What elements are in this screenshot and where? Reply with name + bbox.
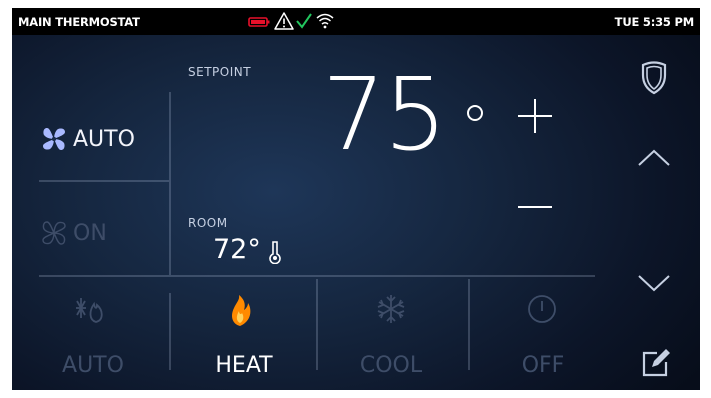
chevron-down-icon[interactable] bbox=[637, 273, 671, 293]
mode-heat-label: HEAT bbox=[215, 353, 273, 378]
room-temperature: 72° bbox=[213, 234, 261, 265]
plus-icon[interactable] bbox=[516, 97, 554, 135]
fan-auto-label: AUTO bbox=[73, 127, 135, 152]
thermostat-screen: MAIN THERMOSTAT TUE 5:35 PM AUTO ON SETP… bbox=[12, 8, 700, 390]
battery-low-icon bbox=[248, 17, 270, 27]
shield-icon[interactable] bbox=[640, 61, 668, 95]
degree-symbol bbox=[467, 105, 483, 121]
fan-icon bbox=[43, 128, 65, 150]
mode-auto-label: AUTO bbox=[62, 353, 124, 378]
setpoint-label: SETPOINT bbox=[188, 65, 252, 79]
snowflake-icon bbox=[377, 295, 405, 323]
flame-icon bbox=[232, 295, 251, 326]
mode-cool-label: COOL bbox=[359, 353, 423, 378]
checkmark-icon bbox=[296, 13, 312, 29]
mode-divider bbox=[39, 275, 595, 277]
minus-icon[interactable] bbox=[516, 203, 554, 211]
setpoint-value: 75 bbox=[322, 56, 447, 173]
fan-icon bbox=[42, 221, 66, 245]
power-icon bbox=[528, 295, 556, 323]
wifi-icon bbox=[316, 13, 334, 29]
clock: TUE 5:35 PM bbox=[614, 15, 695, 29]
fan-on-label: ON bbox=[73, 221, 107, 246]
fan-divider-vertical bbox=[169, 92, 171, 275]
main-panel: AUTO ON SETPOINT 75 ROOM 72° AUTO HEAT C… bbox=[12, 35, 700, 390]
room-label: ROOM bbox=[188, 216, 228, 230]
thermometer-icon bbox=[269, 241, 281, 264]
heat-cool-auto-icon bbox=[76, 298, 103, 323]
mode-off-label: OFF bbox=[521, 353, 565, 378]
warning-icon bbox=[274, 12, 294, 30]
edit-icon[interactable] bbox=[640, 347, 672, 379]
fan-divider-horizontal bbox=[39, 180, 169, 182]
chevron-up-icon[interactable] bbox=[637, 147, 671, 167]
device-title: MAIN THERMOSTAT bbox=[18, 15, 140, 29]
status-bar: MAIN THERMOSTAT TUE 5:35 PM bbox=[12, 8, 700, 35]
